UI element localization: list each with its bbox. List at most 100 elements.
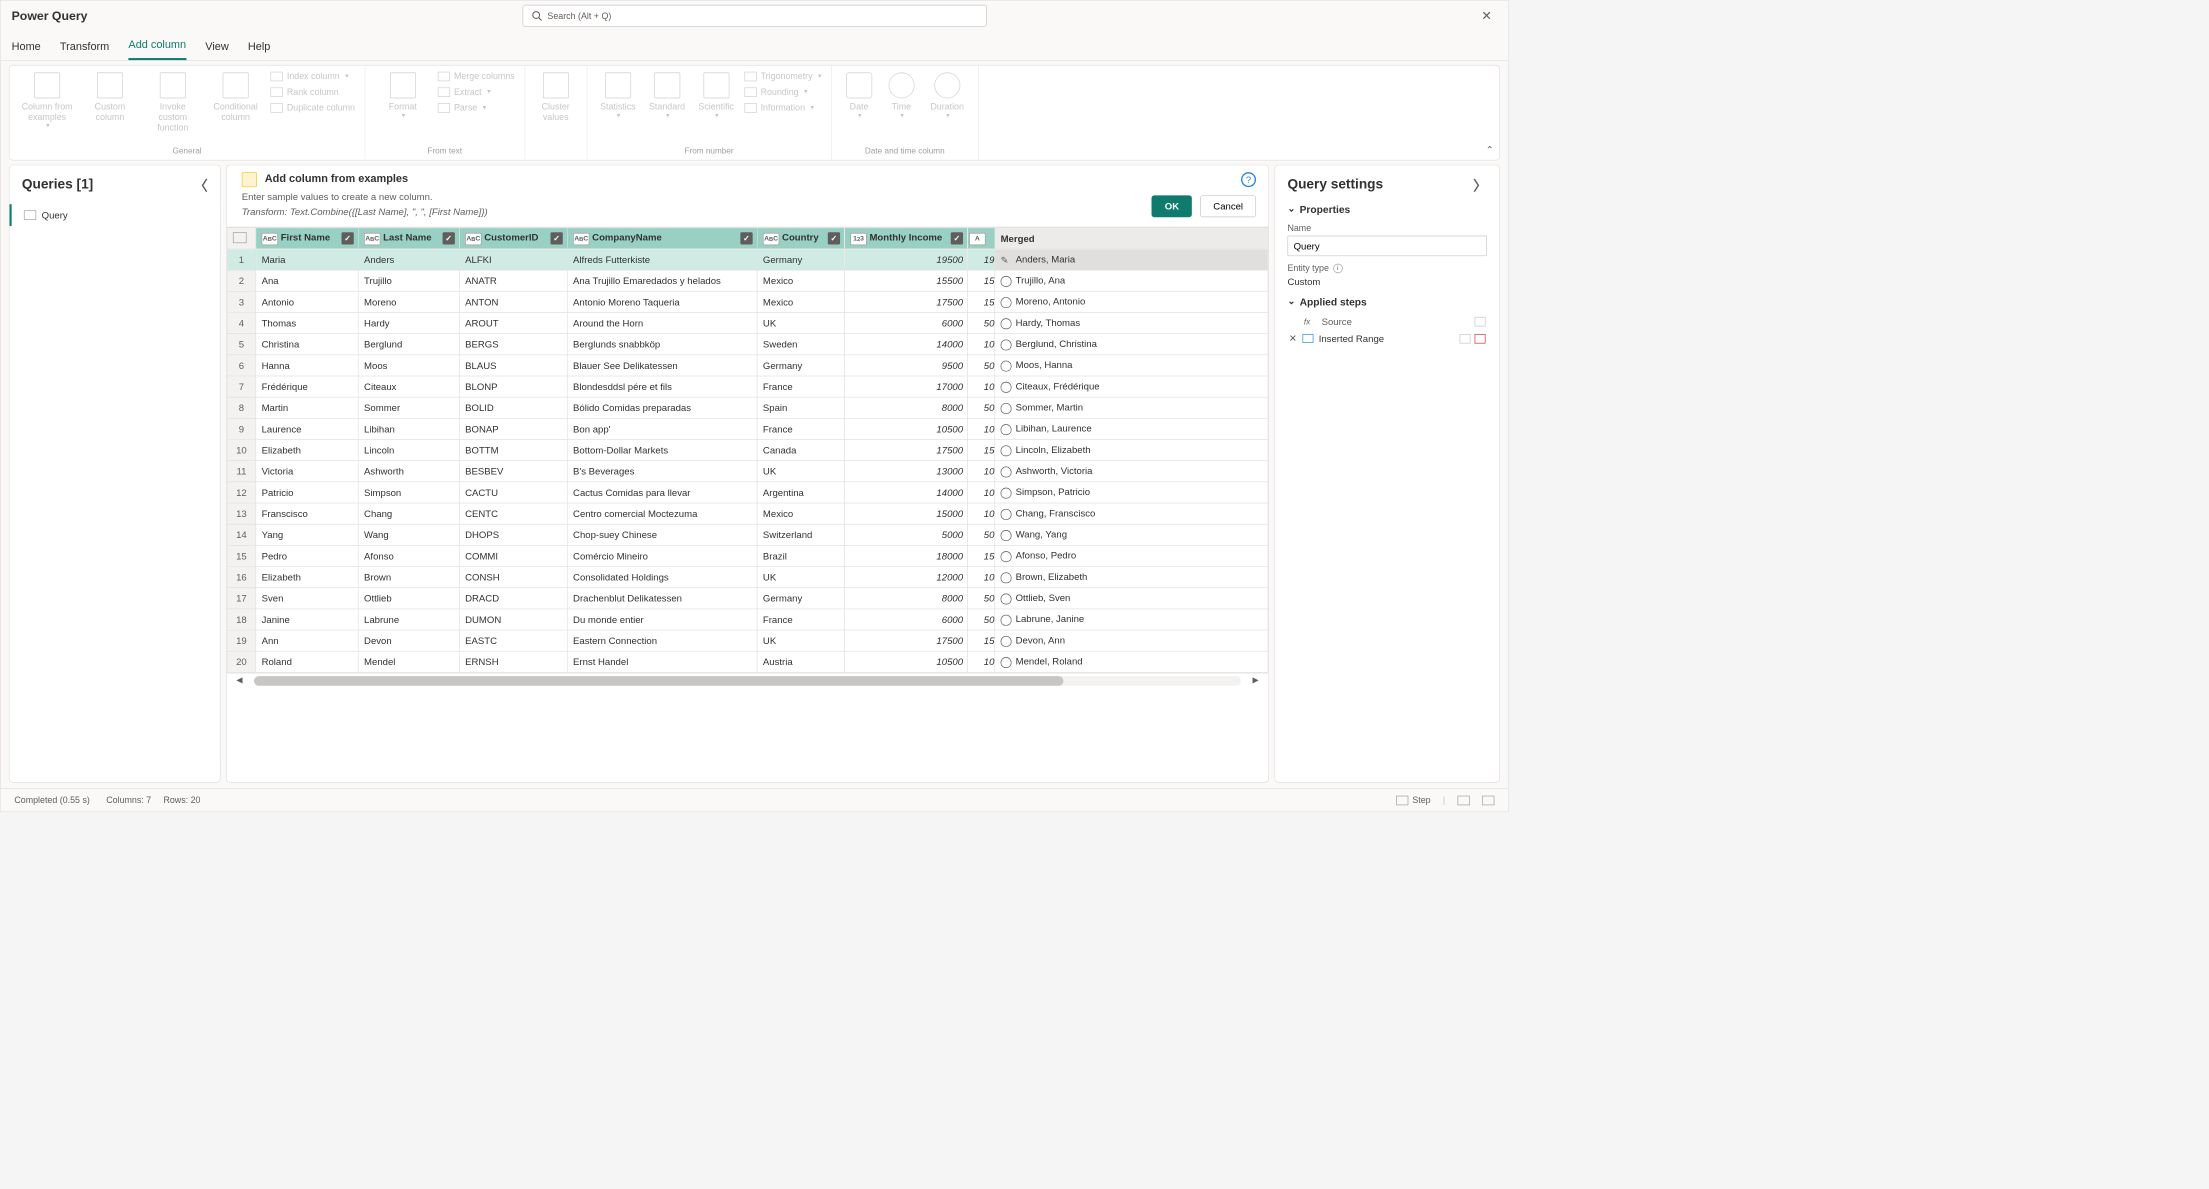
cell-clipped[interactable]: 50 bbox=[967, 312, 994, 333]
table-row[interactable]: 19AnnDevonEASTCEastern ConnectionUK17500… bbox=[227, 630, 1268, 651]
cell-last-name[interactable]: Ottlieb bbox=[358, 588, 459, 609]
cell-customer-id[interactable]: DUMON bbox=[459, 609, 567, 630]
cell-last-name[interactable]: Moos bbox=[358, 355, 459, 376]
cell-clipped[interactable]: 10 bbox=[967, 503, 994, 524]
col-last-name[interactable]: ABCLast Name✓ bbox=[358, 228, 459, 249]
cell-last-name[interactable]: Devon bbox=[358, 630, 459, 651]
cell-clipped[interactable]: 10 bbox=[967, 376, 994, 397]
cell-merged[interactable]: Lincoln, Elizabeth bbox=[995, 440, 1268, 461]
cell-clipped[interactable]: 15 bbox=[967, 545, 994, 566]
cell-country[interactable]: Mexico bbox=[757, 503, 844, 524]
step-source[interactable]: fx Source bbox=[1287, 313, 1486, 329]
cell-customer-id[interactable]: CONSH bbox=[459, 567, 567, 588]
cell-first-name[interactable]: Elizabeth bbox=[256, 567, 358, 588]
cell-monthly-income[interactable]: 17500 bbox=[845, 291, 968, 312]
cell-country[interactable]: Germany bbox=[757, 588, 844, 609]
tab-transform[interactable]: Transform bbox=[60, 41, 109, 60]
cell-customer-id[interactable]: BERGS bbox=[459, 334, 567, 355]
cell-merged[interactable]: Afonso, Pedro bbox=[995, 545, 1268, 566]
cell-customer-id[interactable]: AROUT bbox=[459, 312, 567, 333]
cell-customer-id[interactable]: ANATR bbox=[459, 270, 567, 291]
gear-icon[interactable] bbox=[1460, 334, 1471, 344]
custom-column-button[interactable]: Custom column bbox=[79, 70, 140, 125]
cell-first-name[interactable]: Antonio bbox=[256, 291, 358, 312]
cell-monthly-income[interactable]: 14000 bbox=[845, 334, 968, 355]
cell-country[interactable]: Mexico bbox=[757, 270, 844, 291]
parse-button[interactable]: Parse▾ bbox=[435, 101, 518, 114]
cell-company-name[interactable]: Around the Horn bbox=[567, 312, 757, 333]
table-row[interactable]: 1MariaAndersALFKIAlfreds FutterkisteGerm… bbox=[227, 249, 1268, 270]
cell-country[interactable]: Switzerland bbox=[757, 524, 844, 545]
cell-company-name[interactable]: Blondesddsl pére et fils bbox=[567, 376, 757, 397]
cell-first-name[interactable]: Christina bbox=[256, 334, 358, 355]
cell-merged[interactable]: Trujillo, Ana bbox=[995, 270, 1268, 291]
cell-company-name[interactable]: Bon app' bbox=[567, 418, 757, 439]
cell-monthly-income[interactable]: 8000 bbox=[845, 397, 968, 418]
expand-settings-icon[interactable]: 〉 bbox=[1473, 175, 1487, 195]
cell-monthly-income[interactable]: 15500 bbox=[845, 270, 968, 291]
table-row[interactable]: 10ElizabethLincolnBOTTMBottom-Dollar Mar… bbox=[227, 440, 1268, 461]
cell-monthly-income[interactable]: 12000 bbox=[845, 567, 968, 588]
cell-company-name[interactable]: Ana Trujillo Emaredados y helados bbox=[567, 270, 757, 291]
column-from-examples-button[interactable]: Column from examples▾ bbox=[16, 70, 77, 134]
table-row[interactable]: 14YangWangDHOPSChop-suey ChineseSwitzerl… bbox=[227, 524, 1268, 545]
cell-merged[interactable]: Ashworth, Victoria bbox=[995, 461, 1268, 482]
table-row[interactable]: 9LaurenceLibihanBONAPBon app'France10500… bbox=[227, 418, 1268, 439]
standard-button[interactable]: Standard▾ bbox=[643, 70, 691, 123]
cell-country[interactable]: UK bbox=[757, 567, 844, 588]
cell-country[interactable]: Canada bbox=[757, 440, 844, 461]
cell-company-name[interactable]: B's Beverages bbox=[567, 461, 757, 482]
cell-customer-id[interactable]: DRACD bbox=[459, 588, 567, 609]
search-input[interactable]: Search (Alt + Q) bbox=[522, 5, 986, 27]
collapse-ribbon-icon[interactable]: ⌃ bbox=[1486, 144, 1494, 156]
table-row[interactable]: 8MartinSommerBOLIDBólido Comidas prepara… bbox=[227, 397, 1268, 418]
cell-merged[interactable]: Devon, Ann bbox=[995, 630, 1268, 651]
cell-country[interactable]: Brazil bbox=[757, 545, 844, 566]
cell-first-name[interactable]: Victoria bbox=[256, 461, 358, 482]
cell-customer-id[interactable]: BESBEV bbox=[459, 461, 567, 482]
properties-header[interactable]: Properties bbox=[1287, 204, 1486, 216]
format-button[interactable]: Format▾ bbox=[372, 70, 433, 123]
table-row[interactable]: 11VictoriaAshworthBESBEVB's BeveragesUK1… bbox=[227, 461, 1268, 482]
cell-company-name[interactable]: Berglunds snabbköp bbox=[567, 334, 757, 355]
cell-customer-id[interactable]: DHOPS bbox=[459, 524, 567, 545]
select-all-corner[interactable] bbox=[227, 228, 256, 249]
cell-clipped[interactable]: 19 bbox=[967, 249, 994, 270]
cell-last-name[interactable]: Ashworth bbox=[358, 461, 459, 482]
cell-company-name[interactable]: Cactus Comidas para llevar bbox=[567, 482, 757, 503]
cell-last-name[interactable]: Libihan bbox=[358, 418, 459, 439]
cell-first-name[interactable]: Roland bbox=[256, 651, 358, 672]
help-icon[interactable]: ? bbox=[1241, 172, 1256, 187]
cell-merged[interactable]: Citeaux, Frédérique bbox=[995, 376, 1268, 397]
col-merged[interactable]: Merged bbox=[995, 228, 1268, 249]
cell-company-name[interactable]: Comércio Mineiro bbox=[567, 545, 757, 566]
rank-column-button[interactable]: Rank column bbox=[268, 85, 358, 98]
cell-monthly-income[interactable]: 17000 bbox=[845, 376, 968, 397]
cell-monthly-income[interactable]: 6000 bbox=[845, 312, 968, 333]
layout-view-icon[interactable] bbox=[1482, 795, 1494, 805]
table-row[interactable]: 3AntonioMorenoANTONAntonio Moreno Taquer… bbox=[227, 291, 1268, 312]
cell-first-name[interactable]: Janine bbox=[256, 609, 358, 630]
cell-country[interactable]: Germany bbox=[757, 355, 844, 376]
col-first-name[interactable]: ABCFirst Name✓ bbox=[256, 228, 358, 249]
cell-first-name[interactable]: Elizabeth bbox=[256, 440, 358, 461]
cell-first-name[interactable]: Pedro bbox=[256, 545, 358, 566]
cell-monthly-income[interactable]: 5000 bbox=[845, 524, 968, 545]
tab-help[interactable]: Help bbox=[248, 41, 270, 60]
cell-customer-id[interactable]: BOTTM bbox=[459, 440, 567, 461]
cell-country[interactable]: UK bbox=[757, 312, 844, 333]
cell-company-name[interactable]: Blauer See Delikatessen bbox=[567, 355, 757, 376]
cell-customer-id[interactable]: BONAP bbox=[459, 418, 567, 439]
cell-clipped[interactable]: 10 bbox=[967, 334, 994, 355]
cell-customer-id[interactable]: EASTC bbox=[459, 630, 567, 651]
cell-merged[interactable]: Berglund, Christina bbox=[995, 334, 1268, 355]
table-row[interactable]: 12PatricioSimpsonCACTUCactus Comidas par… bbox=[227, 482, 1268, 503]
cell-merged[interactable]: Brown, Elizabeth bbox=[995, 567, 1268, 588]
step-settings-icon[interactable] bbox=[1475, 334, 1486, 344]
cell-merged[interactable]: Chang, Franscisco bbox=[995, 503, 1268, 524]
cell-merged[interactable]: Wang, Yang bbox=[995, 524, 1268, 545]
date-button[interactable]: Date▾ bbox=[839, 70, 880, 123]
cell-monthly-income[interactable]: 14000 bbox=[845, 482, 968, 503]
cell-company-name[interactable]: Bólido Comidas preparadas bbox=[567, 397, 757, 418]
cell-monthly-income[interactable]: 13000 bbox=[845, 461, 968, 482]
